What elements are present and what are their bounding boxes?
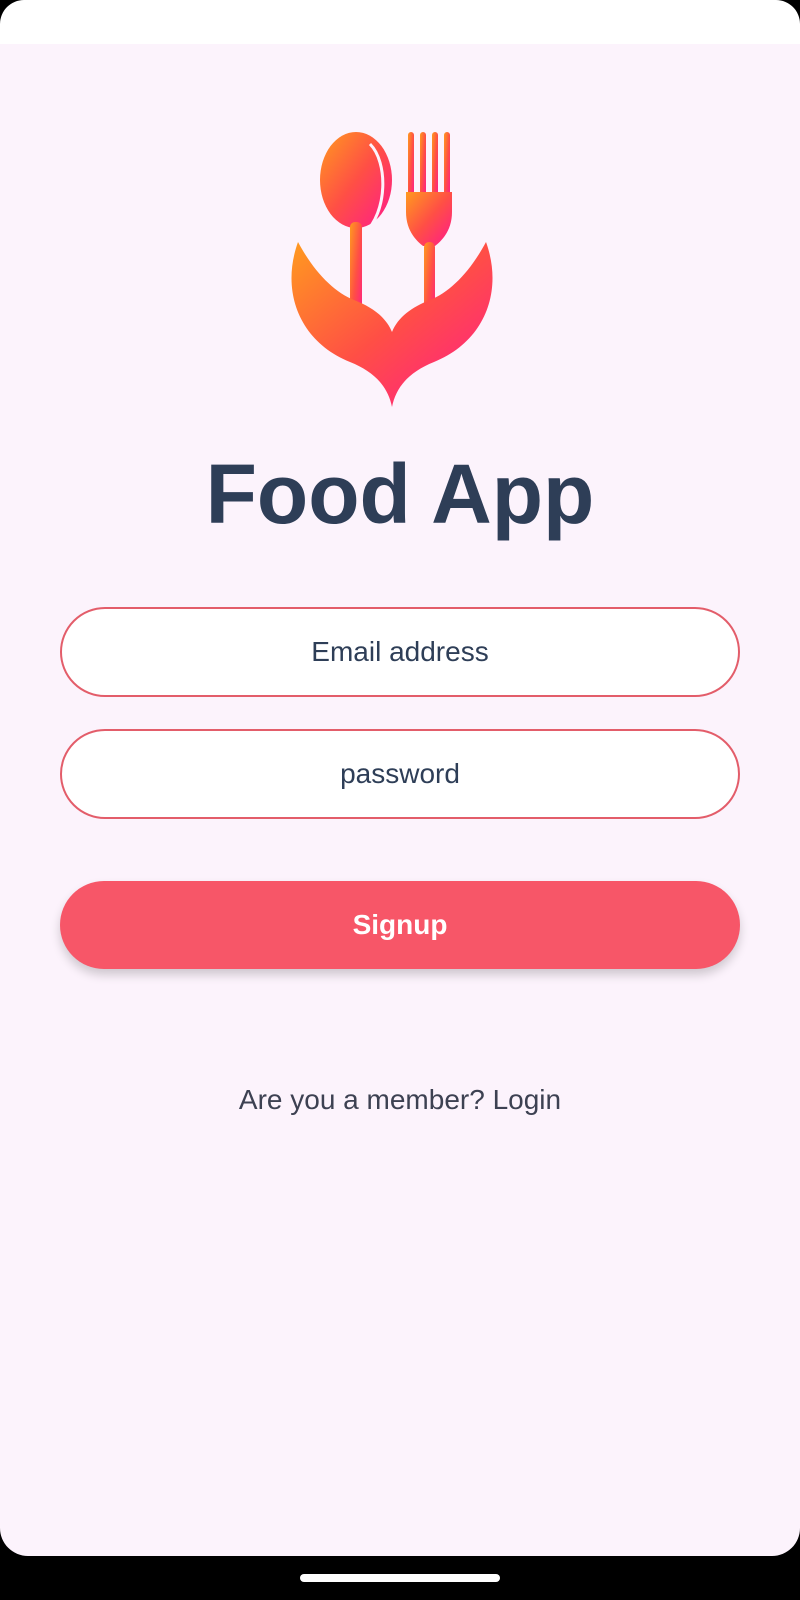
signup-screen: Food App Signup Are you a member? Login — [0, 44, 800, 1556]
app-title: Food App — [205, 447, 595, 541]
status-bar — [0, 0, 800, 44]
signup-button[interactable]: Signup — [60, 881, 740, 969]
device-frame: Food App Signup Are you a member? Login — [0, 0, 800, 1600]
spoon-fork-heart-icon — [291, 132, 493, 407]
password-field[interactable] — [60, 729, 740, 819]
home-indicator[interactable] — [300, 1574, 500, 1582]
email-input[interactable] — [62, 609, 738, 695]
password-input[interactable] — [62, 731, 738, 817]
email-field[interactable] — [60, 607, 740, 697]
login-link[interactable]: Are you a member? Login — [0, 1084, 800, 1116]
